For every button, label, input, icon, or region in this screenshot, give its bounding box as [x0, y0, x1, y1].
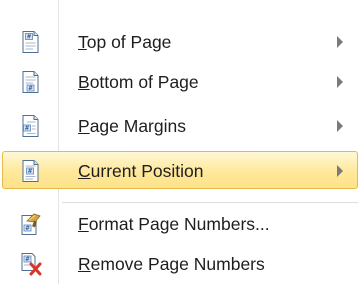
format-page-numbers-icon: #	[18, 212, 42, 236]
menu-item-top-of-page[interactable]: # Top of Page	[0, 22, 362, 62]
page-number-menu: # Top of Page # Bottom of Page # Page Ma…	[0, 0, 362, 284]
menu-item-label: Top of Page	[78, 32, 172, 52]
submenu-arrow-icon	[337, 76, 343, 88]
menu-item-label: Current Position	[78, 161, 204, 181]
submenu-arrow-icon	[337, 120, 343, 132]
menu-item-label: Bottom of Page	[78, 72, 199, 92]
menu-item-current-position[interactable]: # Current Position	[0, 151, 362, 191]
menu-item-label: Format Page Numbers...	[78, 214, 270, 234]
svg-text:#: #	[25, 225, 30, 232]
menu-item-remove-page-numbers[interactable]: # Remove Page Numbers	[0, 244, 362, 284]
menu-item-label: Page Margins	[78, 116, 186, 136]
menu-item-page-margins[interactable]: # Page Margins	[0, 106, 362, 146]
svg-text:#: #	[24, 125, 29, 132]
menu-item-label: Remove Page Numbers	[78, 254, 265, 274]
current-position-number-icon: #	[18, 159, 42, 183]
submenu-arrow-icon	[337, 165, 343, 177]
page-margin-number-icon: #	[18, 114, 42, 138]
menu-item-format-page-numbers[interactable]: # Format Page Numbers...	[0, 204, 362, 244]
remove-page-numbers-icon: #	[18, 252, 42, 276]
menu-separator	[62, 202, 358, 203]
svg-text:#: #	[25, 256, 30, 263]
submenu-arrow-icon	[337, 36, 343, 48]
page-bottom-number-icon: #	[18, 70, 42, 94]
svg-text:#: #	[28, 85, 33, 92]
svg-text:#: #	[27, 168, 32, 175]
svg-text:#: #	[26, 34, 31, 41]
page-top-number-icon: #	[18, 30, 42, 54]
menu-item-bottom-of-page[interactable]: # Bottom of Page	[0, 62, 362, 102]
